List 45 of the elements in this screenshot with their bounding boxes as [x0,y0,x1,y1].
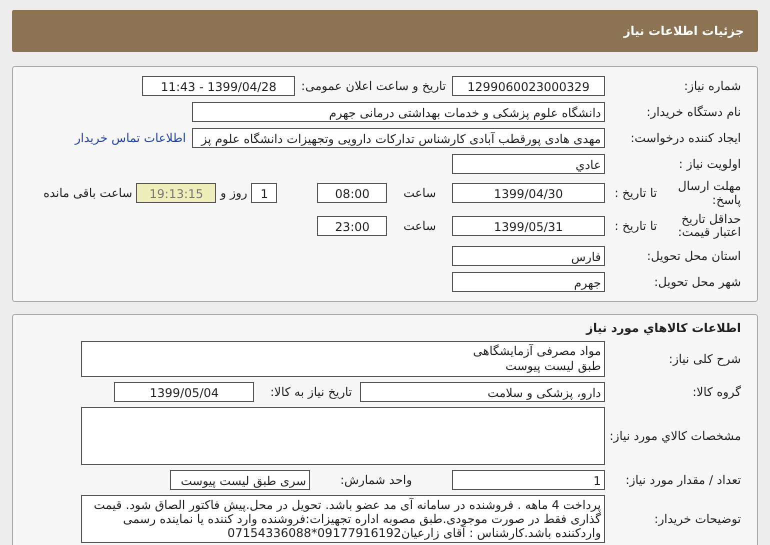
field-label: حداقل تاریخ اعتبار قیمت: [676,212,742,240]
buyer-contact-link[interactable]: اطلاعات تماس خریدار [74,131,186,145]
announce-datetime-field: 1399/04/28 - 11:43 [142,76,296,96]
priority-field: عادي [452,154,605,174]
description-line: مواد مصرفی آزمایشگاهی [472,344,601,359]
need-number-field: 1299060023000329 [452,76,605,96]
remaining-time-field: 19:13:15 [136,183,216,203]
field-label: واحد شمارش: [340,473,412,487]
field-label: تا تاریخ : [613,186,657,200]
page-title: جزئیات اطلاعات نیاز [623,24,744,38]
field-label: ایجاد کننده درخواست: [629,131,742,145]
field-label: شرح کلی نیاز: [668,352,742,366]
field-label: گروه کالا: [692,385,742,399]
requester-field: مهدی هادی پورقطب آبادی کارشناس تدارکات دارویی وتجهیزات دانشگاه علوم پز [192,128,605,148]
field-label: روز و [220,186,248,200]
description-line: طبق لیست پیوست [504,359,601,374]
goods-group-field: دارو، پزشکی و سلامت [360,382,605,402]
days-field: 1 [251,183,278,203]
quantity-field: 1 [452,470,605,490]
deadline-time-field: 08:00 [317,183,388,203]
field-label: تا تاریخ : [613,219,657,233]
field-label: ساعت [403,186,436,200]
section-title: اطلاعات کالاهاي مورد نیاز [584,320,742,337]
city-field: جهرم [452,272,605,292]
unit-field: سری طبق لیست پیوست [170,470,310,490]
field-label: تاریخ و ساعت اعلان عمومی: [301,79,446,93]
field-label: نام دستگاه خریدار: [646,105,742,119]
buyer-notes-field: پرداخت 4 ماهه . فروشنده در سامانه آی مد عضو باشد. تحویل در محل.پیش فاکتور الصاق شود. قیمت گذاری فقط در صورت موجودی.طبق مصوبه اداره تجهیزات:فروشنده وارد کننده یا نماینده رسمی واردکننده باشد.کارشناس : آقای زارعیان09177916192*07154336088 [81,495,605,543]
field-label: مهلت ارسال پاسخ: [676,179,742,207]
field-label: اولویت نیاز : [678,157,742,171]
field-label: ساعت [403,219,436,233]
field-label: تاریخ نیاز به کالا: [270,385,352,399]
deadline-date-field: 1399/04/30 [452,183,605,203]
buyer-org-field: دانشگاه علوم پزشکی و خدمات بهداشتی درمانی جهرم [192,102,605,122]
validity-date-field: 1399/05/31 [452,216,605,236]
field-label: توضیحات خریدار: [653,512,742,526]
province-field: فارس [452,246,605,266]
field-label: مشخصات کالاي مورد نیاز: [608,429,742,443]
field-label: شماره نیاز: [683,79,742,93]
validity-time-field: 23:00 [317,216,388,236]
field-label: تعداد / مقدار مورد نیاز: [624,473,742,487]
need-date-field: 1399/05/04 [114,382,254,402]
field-label: شهر محل تحویل: [653,275,742,289]
field-label: ساعت باقی مانده [43,186,132,200]
field-label: استان محل تحویل: [646,249,742,263]
